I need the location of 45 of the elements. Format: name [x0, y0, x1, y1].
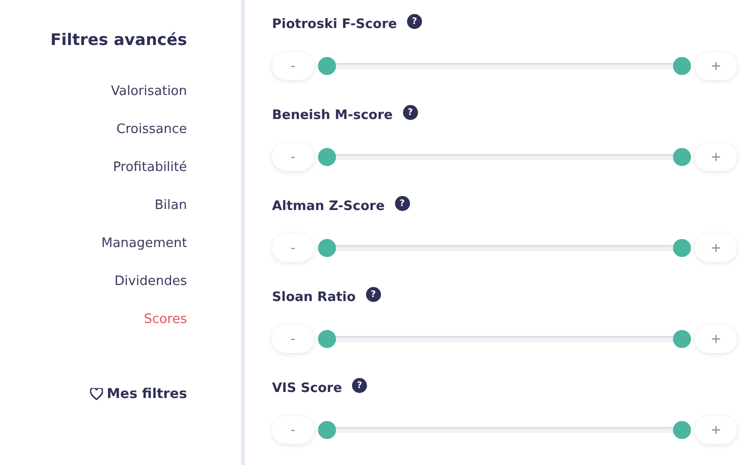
- range-slider[interactable]: [318, 57, 691, 75]
- sidebar-item[interactable]: Valorisation: [110, 82, 187, 102]
- increase-button[interactable]: +: [695, 52, 737, 80]
- sidebar-item[interactable]: Scores: [144, 310, 187, 330]
- filter-label: Sloan Ratio: [272, 290, 356, 305]
- increase-button[interactable]: +: [695, 416, 737, 444]
- increase-button[interactable]: +: [695, 143, 737, 171]
- increase-button[interactable]: +: [695, 234, 737, 262]
- decrease-button[interactable]: -: [272, 234, 314, 262]
- help-icon[interactable]: ?: [402, 105, 418, 120]
- range-slider[interactable]: [318, 421, 691, 439]
- filter-label: VIS Score: [272, 381, 342, 396]
- decrease-button[interactable]: -: [272, 143, 314, 171]
- filter-label: Piotroski F-Score: [272, 17, 397, 32]
- sidebar-item[interactable]: Profitabilité: [112, 158, 187, 178]
- slider-thumb[interactable]: [673, 148, 691, 166]
- help-icon[interactable]: ?: [366, 287, 381, 302]
- decrease-button[interactable]: -: [272, 416, 314, 444]
- slider-thumb[interactable]: [318, 239, 336, 257]
- range-slider[interactable]: [318, 148, 691, 166]
- filter-label: Beneish M-score: [272, 108, 393, 123]
- decrease-button[interactable]: -: [272, 52, 314, 80]
- heart-icon: [90, 388, 103, 400]
- slider-thumb[interactable]: [318, 148, 336, 166]
- slider-thumb[interactable]: [318, 421, 336, 439]
- help-icon[interactable]: ?: [352, 378, 368, 393]
- slider-thumb[interactable]: [673, 421, 691, 439]
- help-icon[interactable]: ?: [394, 196, 410, 211]
- sidebar-title: Filtres avancés: [50, 30, 187, 49]
- slider-thumb[interactable]: [318, 330, 336, 348]
- slider-thumb[interactable]: [673, 330, 691, 348]
- sidebar-item[interactable]: Dividendes: [114, 272, 187, 292]
- increase-button[interactable]: +: [695, 325, 737, 353]
- sidebar-item[interactable]: Management: [101, 234, 187, 254]
- favorites-link[interactable]: Mes filtres: [90, 386, 187, 402]
- decrease-button[interactable]: -: [272, 325, 314, 353]
- help-icon[interactable]: ?: [406, 14, 422, 29]
- sidebar-item[interactable]: Bilan: [154, 196, 187, 216]
- range-slider[interactable]: [318, 239, 691, 257]
- sidebar-item[interactable]: Croissance: [116, 120, 187, 140]
- slider-thumb[interactable]: [673, 57, 691, 75]
- range-slider[interactable]: [318, 330, 691, 348]
- filter-label: Altman Z-Score: [272, 199, 385, 214]
- slider-thumb[interactable]: [318, 57, 336, 75]
- slider-thumb[interactable]: [673, 239, 691, 257]
